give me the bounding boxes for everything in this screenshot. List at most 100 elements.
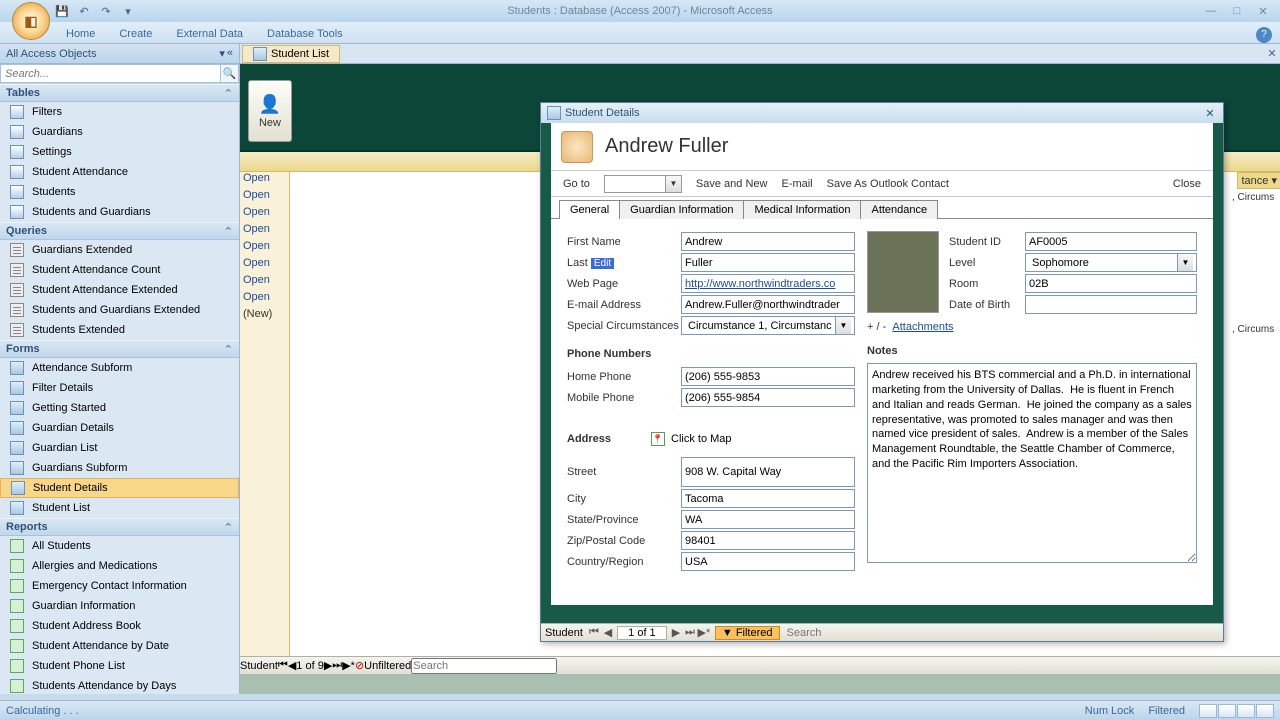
open-link[interactable]: Open (240, 206, 289, 223)
nav-item[interactable]: Guardians (0, 122, 239, 142)
nav-pane-header[interactable]: All Access Objects ▾« (0, 44, 239, 64)
ribbon-tab-create[interactable]: Create (107, 25, 164, 43)
nav-item[interactable]: Student List (0, 498, 239, 518)
close-tab-icon[interactable]: ✕ (1264, 47, 1280, 60)
minimize-button[interactable]: — (1202, 5, 1220, 18)
nav-item[interactable]: Settings (0, 142, 239, 162)
nav-item[interactable]: Guardians Subform (0, 458, 239, 478)
recnav-search-input[interactable] (411, 658, 557, 674)
street-field[interactable] (681, 457, 855, 487)
nav-item[interactable]: Emergency Contact Information (0, 576, 239, 596)
nav-item[interactable]: Student Phone List (0, 656, 239, 676)
nav-group-reports[interactable]: Reports⌃ (0, 518, 239, 536)
ribbon-tab-dbtools[interactable]: Database Tools (255, 25, 355, 43)
nav-item[interactable]: Guardians Extended (0, 240, 239, 260)
recnav-prev-icon[interactable]: ◀ (288, 659, 296, 672)
email-field[interactable] (681, 295, 855, 314)
open-link[interactable]: Open (240, 240, 289, 257)
search-icon[interactable]: 🔍 (221, 64, 239, 83)
tab-attendance[interactable]: Attendance (860, 200, 938, 219)
open-link[interactable]: Open (240, 291, 289, 308)
nav-item[interactable]: Students Extended (0, 320, 239, 340)
attachments-link[interactable]: Attachments (892, 321, 953, 333)
web-page-field[interactable] (681, 274, 855, 293)
recnav-first-icon[interactable]: ⏮ (587, 626, 601, 639)
ribbon-tab-home[interactable]: Home (54, 25, 107, 43)
redo-icon[interactable]: ↷ (98, 3, 114, 19)
office-button[interactable]: ◧ (12, 2, 50, 40)
mobile-phone-field[interactable] (681, 388, 855, 407)
recnav-next-icon[interactable]: ▶ (324, 659, 332, 672)
nav-item[interactable]: Getting Started (0, 398, 239, 418)
undo-icon[interactable]: ↶ (76, 3, 92, 19)
nav-item[interactable]: Students and Guardians Extended (0, 300, 239, 320)
nav-item[interactable]: Students and Guardians (0, 202, 239, 222)
nav-item[interactable]: Allergies and Medications (0, 556, 239, 576)
tab-guardian-information[interactable]: Guardian Information (619, 200, 744, 219)
datasheet-view-button[interactable] (1218, 704, 1236, 718)
nav-group-queries[interactable]: Queries⌃ (0, 222, 239, 240)
city-field[interactable] (681, 489, 855, 508)
recnav-new-icon[interactable]: ▶* (697, 626, 711, 639)
recnav-last-icon[interactable]: ⏭ (683, 626, 697, 639)
state-field[interactable] (681, 510, 855, 529)
popup-titlebar[interactable]: Student Details ✕ (541, 103, 1223, 123)
nav-item[interactable]: Filters (0, 102, 239, 122)
student-id-field[interactable] (1025, 232, 1197, 251)
new-row-link[interactable]: (New) (240, 308, 289, 325)
level-combo[interactable]: ▼ (1025, 253, 1197, 272)
open-link[interactable]: Open (240, 172, 289, 189)
layout-view-button[interactable] (1237, 704, 1255, 718)
nav-item[interactable]: Guardian Information (0, 596, 239, 616)
email-button[interactable]: E-mail (781, 178, 812, 190)
recnav-last-icon[interactable]: ⏭ (332, 659, 342, 672)
notes-field[interactable] (867, 363, 1197, 563)
nav-group-tables[interactable]: Tables⌃ (0, 84, 239, 102)
dob-field[interactable] (1025, 295, 1197, 314)
nav-item[interactable]: All Students (0, 536, 239, 556)
recnav-filter[interactable]: ▼Filtered (715, 626, 780, 640)
country-field[interactable] (681, 552, 855, 571)
design-view-button[interactable] (1256, 704, 1274, 718)
popup-close-icon[interactable]: ✕ (1203, 107, 1217, 120)
nav-group-forms[interactable]: Forms⌃ (0, 340, 239, 358)
zip-field[interactable] (681, 531, 855, 550)
nav-item[interactable]: Student Address Book (0, 616, 239, 636)
open-link[interactable]: Open (240, 189, 289, 206)
recnav-first-icon[interactable]: ⏮ (278, 659, 288, 672)
save-and-new-button[interactable]: Save and New (696, 178, 768, 190)
level-input[interactable] (1029, 254, 1177, 271)
recnav-filter[interactable]: ⊘Unfiltered (355, 659, 411, 672)
nav-search-input[interactable] (0, 64, 221, 83)
recnav-search-input[interactable] (784, 627, 884, 639)
document-tab-student-list[interactable]: Student List (242, 45, 340, 63)
click-to-map-link[interactable]: 📍Click to Map (651, 432, 732, 446)
special-input[interactable] (685, 317, 835, 334)
maximize-button[interactable]: □ (1228, 5, 1246, 18)
room-field[interactable] (1025, 274, 1197, 293)
open-link[interactable]: Open (240, 274, 289, 291)
nav-item[interactable]: Student Attendance Extended (0, 280, 239, 300)
ribbon-tab-external[interactable]: External Data (164, 25, 255, 43)
recnav-new-icon[interactable]: ▶* (342, 659, 355, 672)
nav-dropdown-icon[interactable]: ▾ (219, 47, 225, 60)
recnav-prev-icon[interactable]: ◀ (601, 626, 615, 639)
tab-medical-information[interactable]: Medical Information (743, 200, 861, 219)
form-view-button[interactable] (1199, 704, 1217, 718)
nav-item[interactable]: Student Attendance Count (0, 260, 239, 280)
nav-item[interactable]: Students Attendance by Days (0, 676, 239, 694)
new-student-button[interactable]: 👤 New (248, 80, 292, 142)
student-photo[interactable] (867, 231, 939, 313)
goto-combo[interactable]: ▼ (604, 175, 682, 193)
help-icon[interactable]: ? (1256, 27, 1272, 43)
save-icon[interactable]: 💾 (54, 3, 70, 19)
nav-item[interactable]: Student Attendance by Date (0, 636, 239, 656)
tab-general[interactable]: General (559, 200, 620, 219)
open-link[interactable]: Open (240, 223, 289, 240)
first-name-field[interactable] (681, 232, 855, 251)
qat-more-icon[interactable]: ▾ (120, 3, 136, 19)
save-outlook-button[interactable]: Save As Outlook Contact (827, 178, 949, 190)
special-combo[interactable]: ▼ (681, 316, 855, 335)
open-link[interactable]: Open (240, 257, 289, 274)
close-button[interactable]: Close (1173, 178, 1201, 190)
